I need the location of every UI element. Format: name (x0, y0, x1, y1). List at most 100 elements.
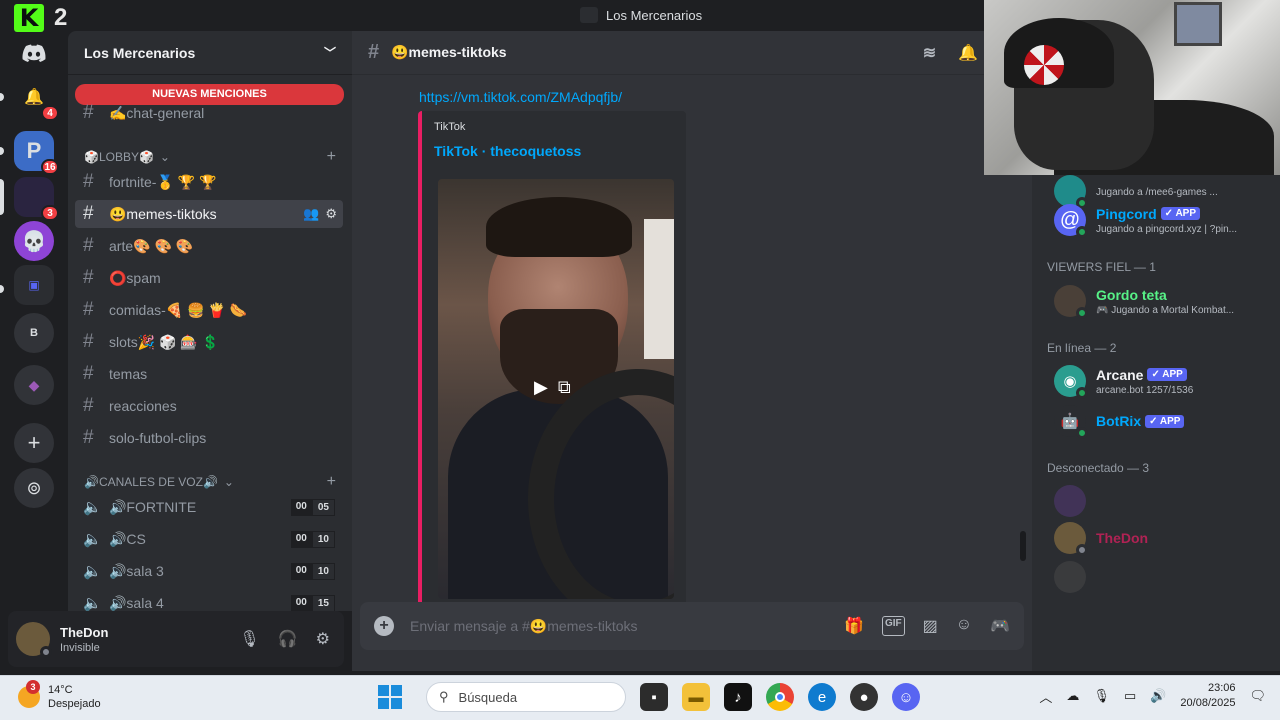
server-header[interactable]: Los Mercenarios ﹀ (68, 31, 352, 75)
bell-icon[interactable]: 🔔 (958, 43, 978, 63)
sticker-icon[interactable]: ▨ (923, 616, 938, 636)
add-channel-icon[interactable]: + (327, 148, 336, 166)
voice-channel-fortnite[interactable]: 🔈 🔊FORTNITE 00 05 (75, 493, 343, 521)
wall-picture (1174, 2, 1222, 46)
server-p[interactable]: P 16 (14, 131, 59, 175)
notifications-icon[interactable]: 🗨 (1249, 688, 1266, 704)
message-link[interactable]: https://vm.tiktok.com/ZMAdpqfjb/ (419, 89, 622, 105)
volume-icon[interactable]: 🔊 (1150, 688, 1166, 704)
microphone-icon[interactable]: 🎙 (1093, 688, 1110, 704)
member-offline-1[interactable] (1054, 481, 1274, 521)
status-indicator (1076, 307, 1088, 319)
category-voice[interactable]: 🔊CANALES DE VOZ🔊 ⌄ + (84, 473, 336, 491)
member-botrix[interactable]: 🤖 BotRix ✓ APP (1054, 401, 1274, 441)
server-dark[interactable]: 3 (14, 177, 59, 221)
video-car-window (644, 219, 674, 359)
weather-temp: 14°C (48, 684, 73, 696)
activities-icon[interactable]: 🎮 (990, 616, 1010, 636)
discord-home-button[interactable] (14, 33, 54, 73)
discord-taskbar-icon[interactable]: ☺ (892, 683, 920, 711)
voice-channel-label: 🔊FORTNITE (109, 498, 197, 515)
bell-icon: 🔔 (24, 89, 44, 106)
play-icon[interactable]: ▶ (534, 377, 548, 398)
chat-area: # 😃memes-tiktoks ≋ 🔔 📌 https://vm.tiktok… (352, 31, 1032, 671)
tiktok-icon[interactable]: ♪ (724, 683, 752, 711)
username: TheDon (60, 624, 109, 640)
server-b-label: B (30, 327, 38, 339)
user-panel: TheDon Invisible 🎙 🎧 ⚙ (8, 611, 344, 667)
channel-comidas[interactable]: # comidas-🍕 🍔 🍟 🌭 (75, 296, 343, 324)
member-gordo-teta[interactable]: Gordo teta 🎮 Jugando a Mortal Kombat... (1054, 281, 1274, 321)
gear-icon[interactable]: ⚙ (316, 629, 330, 649)
chevron-up-icon[interactable]: ︿ (1039, 687, 1052, 706)
channel-reacciones[interactable]: # reacciones (75, 392, 343, 420)
gift-icon[interactable]: 🎁 (844, 616, 864, 636)
server-purple[interactable]: ◆ (14, 365, 54, 405)
obs-icon[interactable]: ● (850, 683, 878, 711)
voice-channel-label: 🔊sala 3 (109, 562, 164, 579)
weather-widget[interactable]: 3 14°C Despejado (18, 680, 101, 711)
voice-channel-sala-4[interactable]: 🔈 🔊sala 4 00 15 (75, 589, 343, 611)
notification-badge: 4 (41, 105, 59, 121)
network-icon[interactable]: ▭ (1124, 688, 1136, 704)
voice-channel-sala-3[interactable]: 🔈 🔊sala 3 00 10 (75, 557, 343, 585)
channel-sidebar: Los Mercenarios ﹀ NUEVAS MENCIONES # ✍️c… (68, 31, 352, 611)
embed-provider: TikTok (434, 121, 466, 133)
gif-icon[interactable]: GIF (881, 616, 905, 636)
user-max: 10 (311, 530, 335, 548)
discover-button[interactable]: ⊚ (14, 468, 54, 508)
notifications-button[interactable]: 🔔 4 (14, 77, 59, 121)
embed-video[interactable]: ▶ ⧉ (438, 179, 674, 599)
member-thedon[interactable]: TheDon (1054, 518, 1274, 558)
avatar: ◉ (1054, 365, 1088, 399)
headphones-icon[interactable]: 🎧 (278, 629, 298, 649)
taskbar-search[interactable]: ⚲ Búsqueda (426, 682, 626, 712)
file-explorer-icon[interactable]: ▬ (682, 683, 710, 711)
scrollbar[interactable] (1020, 531, 1026, 561)
category-lobby[interactable]: 🎲LOBBY🎲 ⌄ + (84, 148, 336, 166)
voice-channel-cs[interactable]: 🔈 🔊CS 00 10 (75, 525, 343, 553)
hash-icon: # (83, 171, 94, 192)
invite-icon[interactable]: 👥 (303, 206, 319, 222)
threads-icon[interactable]: ≋ (923, 43, 936, 63)
channel-memes-tiktoks[interactable]: # 😃memes-tiktoks 👥 ⚙ (75, 200, 343, 228)
chat-header: # 😃memes-tiktoks ≋ 🔔 📌 (352, 31, 1032, 75)
member-pingcord[interactable]: @ Pingcord ✓ APP Jugando a pingcord.xyz |… (1054, 200, 1274, 240)
channel-spam[interactable]: # ⭕spam (75, 264, 343, 292)
open-external-icon[interactable]: ⧉ (558, 377, 571, 398)
clock[interactable]: 23:06 20/08/2025 (1180, 681, 1235, 711)
avatar[interactable] (16, 622, 52, 658)
message-input[interactable]: Enviar mensaje a #😃memes-tiktoks (410, 618, 638, 635)
app-badge: ✓ APP (1160, 207, 1201, 220)
add-channel-icon[interactable]: + (327, 473, 336, 491)
add-attachment-button[interactable]: + (374, 616, 394, 636)
server-folder[interactable]: ▣ (14, 265, 54, 305)
onedrive-icon[interactable]: ☁ (1066, 688, 1079, 704)
taskbar-apps: ⚲ Búsqueda ▪ ▬ ♪ e ● ☺ (378, 682, 920, 712)
server-b[interactable]: B (14, 313, 54, 353)
status-indicator (1076, 226, 1088, 238)
channel-chat-general[interactable]: # ✍️chat-general (75, 99, 343, 127)
chrome-icon[interactable] (766, 683, 794, 711)
windows-start-icon[interactable] (378, 685, 402, 709)
channel-solo-futbol-clips[interactable]: # solo-futbol-clips (75, 424, 343, 452)
member-arcane[interactable]: ◉ Arcane ✓ APP arcane.bot 1257/1536 (1054, 361, 1274, 401)
channel-label: 😃memes-tiktoks (109, 205, 217, 222)
task-view-icon[interactable]: ▪ (640, 683, 668, 711)
user-limit: 00 10 (290, 530, 335, 548)
member-name: BotRix (1096, 413, 1142, 429)
gear-icon[interactable]: ⚙ (325, 206, 337, 222)
search-icon: ⚲ (439, 689, 449, 704)
channel-temas[interactable]: # temas (75, 360, 343, 388)
channel-slots[interactable]: # slots🎉 🎲 🎰 💲 (75, 328, 343, 356)
embed-title[interactable]: TikTok · thecoquetoss (434, 143, 674, 159)
channel-fortnite[interactable]: # fortnite-🥇 🏆 🏆 (75, 168, 343, 196)
add-server-button[interactable]: + (14, 423, 54, 463)
channel-arte[interactable]: # arte🎨 🎨 🎨 (75, 232, 343, 260)
edge-icon[interactable]: e (808, 683, 836, 711)
microphone-icon[interactable]: 🎙 (239, 629, 259, 649)
member-offline-3[interactable] (1054, 557, 1274, 597)
kick-logo: K (14, 4, 44, 32)
emoji-icon[interactable]: ☺ (956, 616, 972, 636)
server-skull[interactable]: 💀 (14, 221, 54, 261)
